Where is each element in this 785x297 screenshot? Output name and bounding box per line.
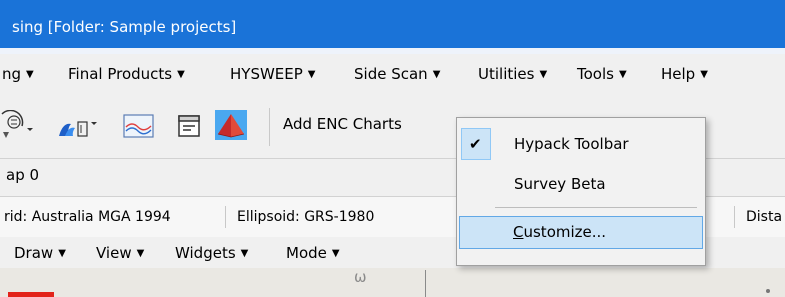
3d-view-icon[interactable]	[214, 109, 248, 141]
graph-icon[interactable]	[123, 113, 155, 139]
gauge-icon[interactable]	[0, 110, 34, 140]
window-title: sing [Folder: Sample projects]	[12, 18, 237, 36]
main-menu-bar: ng ▼ Final Products ▼ HYSWEEP ▼ Side Scan ▼ …	[0, 56, 785, 92]
menu-item-hypack-toolbar[interactable]: Hypack Toolbar	[514, 135, 629, 153]
status-separator	[734, 206, 735, 228]
caret-down-icon: ▼	[136, 248, 145, 259]
ellipsoid-info: Ellipsoid: GRS-1980	[237, 209, 375, 225]
menu-label: Utilities	[478, 65, 535, 83]
menu-widgets[interactable]: Widgets ▼	[175, 244, 248, 262]
menu-label: Final Products	[68, 65, 173, 83]
hypack-toolbar-check-box: ✔	[461, 128, 491, 160]
grid-info: rid: Australia MGA 1994	[4, 209, 171, 225]
customize-label-rest: ustomize...	[523, 223, 607, 241]
menu-hysweep[interactable]: HYSWEEP ▼	[230, 65, 316, 83]
caret-down-icon: ▼	[539, 69, 548, 80]
add-enc-charts-button[interactable]: Add ENC Charts	[283, 115, 402, 133]
caret-down-icon: ▼	[700, 69, 708, 80]
customize-label: Customize...	[513, 223, 606, 241]
caret-down-icon: ▼	[432, 69, 441, 80]
menu-mode[interactable]: Mode ▼	[286, 244, 340, 262]
menu-item-survey-beta[interactable]: Survey Beta	[514, 175, 606, 193]
menu-label: View	[96, 244, 132, 262]
menu-label: Widgets	[175, 244, 236, 262]
caret-down-icon: ▼	[240, 248, 249, 259]
map-red-marker	[8, 292, 54, 297]
tab-map[interactable]: ap 0	[6, 166, 39, 184]
caret-down-icon: ▼	[331, 248, 340, 259]
customize-accelerator: C	[513, 223, 524, 241]
menu-label: Help	[661, 65, 696, 83]
map-symbol: ω	[354, 268, 367, 286]
checkmark-icon: ✔	[469, 135, 482, 153]
menu-item-customize[interactable]: Customize...	[459, 216, 703, 249]
menu-draw[interactable]: Draw ▼	[14, 244, 66, 262]
map-dot	[766, 289, 770, 293]
menu-label: Draw	[14, 244, 54, 262]
menu-label: ng	[2, 65, 22, 83]
menu-label: Tools	[577, 65, 614, 83]
menu-final-products[interactable]: Final Products ▼	[68, 65, 185, 83]
menu-help[interactable]: Help ▼	[661, 65, 708, 83]
menu-label: Mode	[286, 244, 327, 262]
toolbar-context-menu: ✔ Hypack Toolbar Survey Beta Customize..…	[456, 117, 706, 266]
map-line	[425, 270, 426, 297]
toolbar-separator	[269, 108, 270, 146]
menu-label: HYSWEEP	[230, 65, 303, 83]
caret-down-icon: ▼	[177, 69, 185, 80]
caret-down-icon: ▼	[307, 69, 316, 80]
title-bar: sing [Folder: Sample projects]	[0, 0, 785, 54]
map-canvas[interactable]: ω	[0, 268, 785, 297]
caret-down-icon: ▼	[26, 69, 34, 80]
distance-info: Dista	[746, 209, 783, 225]
menu-separator	[495, 207, 697, 208]
menu-processing[interactable]: ng ▼	[2, 65, 34, 83]
status-separator	[225, 206, 226, 228]
menu-tools[interactable]: Tools ▼	[577, 65, 627, 83]
menu-view[interactable]: View ▼	[96, 244, 144, 262]
tide-icon[interactable]	[57, 114, 101, 140]
menu-label: Side Scan	[354, 65, 428, 83]
menu-side-scan[interactable]: Side Scan ▼	[354, 65, 440, 83]
menu-utilities[interactable]: Utilities ▼	[478, 65, 547, 83]
caret-down-icon: ▼	[618, 69, 627, 80]
caret-down-icon: ▼	[58, 248, 66, 259]
window-form-icon[interactable]	[176, 113, 202, 139]
